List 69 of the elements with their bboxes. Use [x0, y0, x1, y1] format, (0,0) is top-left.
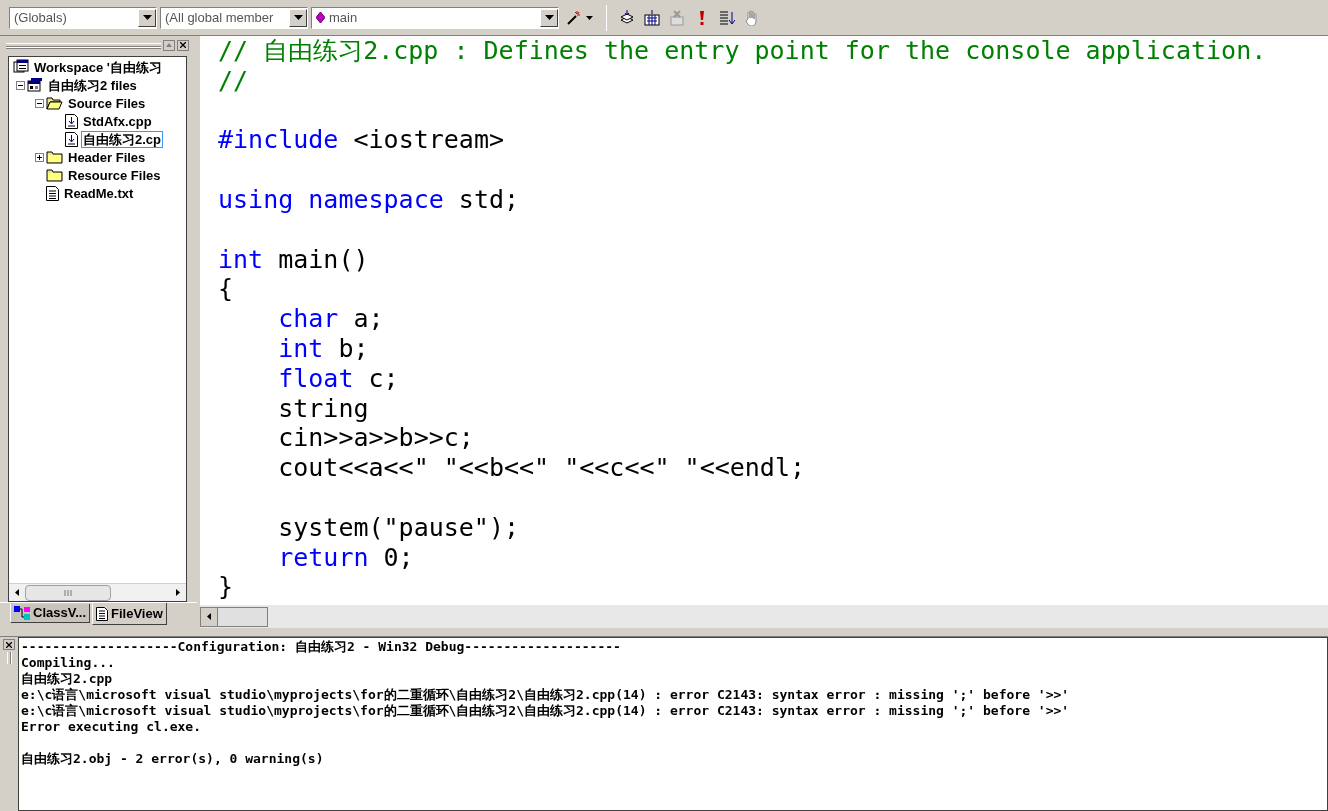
file-view-icon — [96, 606, 108, 621]
caret-icon — [586, 15, 593, 20]
output-line: 自由练习2.cpp — [21, 671, 113, 687]
workspace-icon — [13, 59, 29, 75]
output-line: e:\c语言\microsoft visual studio\myprojects\for的二重循环\自由练习2\自由练习2.cpp(14) : error C2143: syntax error : missing ';' before '>>' — [21, 703, 1070, 719]
tree-item[interactable]: ReadMe.txt — [62, 184, 136, 202]
code-line: int b; — [277, 333, 369, 364]
panel-tab[interactable]: FileView — [92, 603, 167, 625]
combo-value: main — [329, 8, 358, 27]
diamond-icon — [316, 12, 325, 23]
grip-bar[interactable] — [6, 42, 161, 48]
code-line: // 自由练习2.cpp : Defines the entry point for the console application. — [218, 36, 1267, 66]
tree-item[interactable]: Resource Files — [66, 166, 163, 184]
code-line: // — [218, 65, 249, 96]
triangle-up-icon — [166, 43, 172, 47]
dropdown-button[interactable] — [138, 8, 156, 27]
close-button[interactable] — [3, 639, 15, 650]
magic-wand-icon — [566, 9, 582, 26]
output-line: Error executing cl.exe. — [21, 719, 201, 735]
combo-box[interactable]: main — [311, 6, 559, 29]
tree-item[interactable]: Source Files — [66, 94, 148, 112]
dropdown-button[interactable] — [289, 8, 307, 27]
code-line: } — [218, 572, 234, 603]
expand-button[interactable] — [34, 152, 44, 162]
tree-item[interactable]: 自由练习2 files — [46, 76, 139, 94]
close-button[interactable] — [177, 39, 189, 51]
code-line: char a; — [277, 304, 384, 334]
code-line: return 0; — [277, 542, 414, 573]
panel-tab[interactable]: ClassV... — [10, 604, 90, 623]
open-folder-icon — [46, 96, 63, 110]
horizontal-scrollbar[interactable] — [200, 606, 268, 627]
code-line: using namespace std; — [218, 185, 520, 215]
collapse-button[interactable] — [15, 80, 25, 90]
code-line: int main() — [218, 244, 369, 275]
output-line: Compiling... — [21, 655, 115, 671]
code-line: system("pause"); — [277, 512, 520, 543]
code-line: cin>>a>>b>>c; — [277, 423, 474, 454]
close-icon — [180, 42, 186, 48]
collapse-button[interactable] — [34, 98, 44, 108]
folder-icon — [46, 150, 63, 164]
tree-item[interactable]: Header Files — [66, 148, 148, 166]
caret-icon — [544, 15, 554, 20]
tree-item[interactable]: Workspace '自由练习 — [32, 58, 164, 76]
output-line: e:\c语言\microsoft visual studio\myprojects\for的二重循环\自由练习2\自由练习2.cpp(14) : error C2143: syntax error : missing ';' before '>>' — [21, 687, 1070, 703]
project-icon — [27, 77, 43, 93]
code-line: #include <iostream> — [218, 125, 504, 156]
file-icon — [65, 113, 78, 129]
close-icon — [6, 641, 12, 648]
code-line: cout<<a<<" "<<b<<" "<<c<<" "<<endl; — [277, 453, 805, 483]
scroll-thumb[interactable] — [25, 584, 111, 601]
class-view-icon — [14, 606, 30, 620]
tree-item[interactable]: StdAfx.cpp — [81, 112, 154, 130]
file-icon — [65, 131, 78, 147]
grip-bar[interactable] — [6, 652, 12, 664]
text-file-icon — [46, 185, 59, 201]
code-line: { — [218, 274, 234, 305]
code-line: float c; — [277, 363, 399, 394]
caret-icon — [293, 15, 303, 20]
combo-box[interactable]: (All global member — [160, 6, 308, 29]
output-line: --------------------Configuration: 自由练习2 - Win32 Debug-------------------- — [21, 639, 621, 655]
dropdown-button[interactable] — [540, 8, 558, 27]
combo-value: (All global member — [165, 8, 274, 27]
caret-icon — [142, 15, 152, 20]
combo-value: (Globals) — [14, 8, 67, 27]
output-line: 自由练习2.obj - 2 error(s), 0 warning(s) — [21, 751, 324, 767]
folder-icon — [46, 168, 63, 182]
tree-item[interactable]: 自由练习2.cp — [81, 130, 163, 148]
code-line: string — [277, 393, 369, 424]
combo-box[interactable]: (Globals) — [9, 6, 157, 29]
